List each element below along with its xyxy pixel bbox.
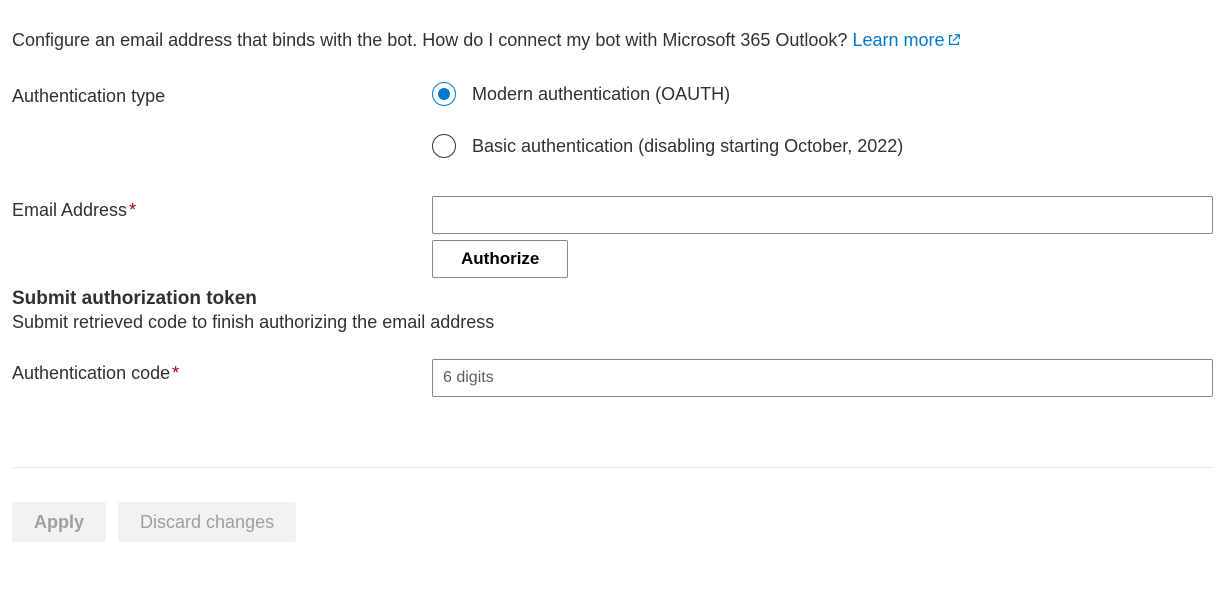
auth-type-modern-label: Modern authentication (OAUTH) [472, 84, 730, 105]
email-address-input[interactable] [432, 196, 1213, 234]
submit-token-heading: Submit authorization token [12, 288, 1213, 310]
auth-type-modern-radio[interactable]: Modern authentication (OAUTH) [432, 82, 1213, 106]
external-link-icon [947, 31, 961, 52]
radio-selected-icon [432, 82, 456, 106]
discard-changes-button[interactable]: Discard changes [118, 502, 296, 542]
intro-text: Configure an email address that binds wi… [12, 30, 852, 50]
auth-type-basic-radio[interactable]: Basic authentication (disabling starting… [432, 134, 1213, 158]
email-address-label: Email Address [12, 200, 127, 220]
auth-code-label: Authentication code [12, 363, 170, 383]
apply-button[interactable]: Apply [12, 502, 106, 542]
auth-code-input[interactable] [432, 359, 1213, 397]
learn-more-link[interactable]: Learn more [852, 30, 960, 50]
authorize-button[interactable]: Authorize [432, 240, 568, 278]
submit-token-subtext: Submit retrieved code to finish authoriz… [12, 312, 1213, 333]
footer-divider [12, 467, 1213, 468]
required-indicator: * [129, 200, 136, 220]
required-indicator: * [172, 363, 179, 383]
config-intro: Configure an email address that binds wi… [12, 30, 1213, 52]
auth-type-basic-label: Basic authentication (disabling starting… [472, 136, 903, 157]
auth-type-label: Authentication type [12, 86, 165, 106]
radio-unselected-icon [432, 134, 456, 158]
